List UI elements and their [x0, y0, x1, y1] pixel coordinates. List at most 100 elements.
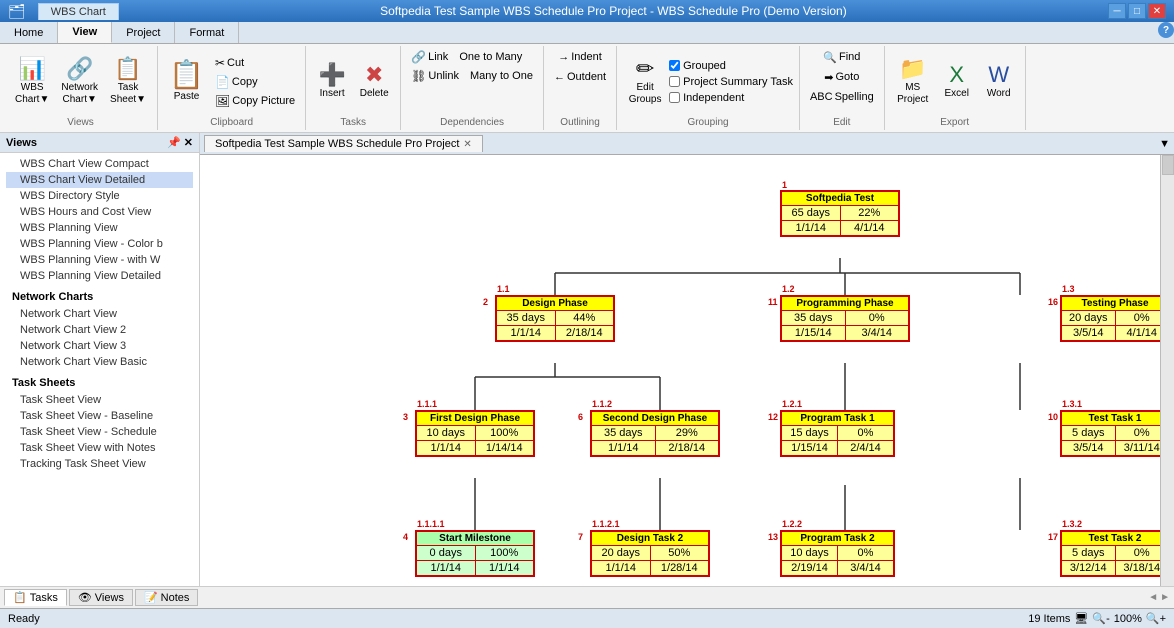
find-button[interactable]: 🔍 Find: [819, 48, 864, 66]
wbs-node-1-3-1[interactable]: 1.3.1 10 Test Task 1 5 days 0% 3/5/14 3/…: [1060, 410, 1170, 457]
copy-button[interactable]: 📄 Copy: [211, 73, 299, 91]
minimize-button[interactable]: ─: [1108, 3, 1126, 19]
indent-button[interactable]: → Indent: [554, 48, 606, 66]
node-row-1-2-2a: 10 days 0%: [782, 546, 893, 561]
view-item-task-sheet-notes[interactable]: Task Sheet View with Notes: [6, 440, 193, 456]
node-title-1-1-2: Second Design Phase: [592, 412, 718, 426]
doc-tab-scroll[interactable]: ▼: [1155, 138, 1174, 150]
network-chart-button[interactable]: 🔗 NetworkChart▼: [56, 52, 103, 112]
view-item-network-2[interactable]: Network Chart View 2: [6, 322, 193, 338]
spelling-button[interactable]: ABC Spelling: [806, 88, 878, 106]
bottom-tab-views[interactable]: 👁 Views: [69, 589, 133, 606]
node-id-16: 16: [1048, 297, 1058, 307]
grouped-checkbox[interactable]: [669, 60, 680, 71]
tab-home[interactable]: Home: [0, 22, 58, 43]
node-pct-1-2: 0%: [846, 311, 909, 325]
wbs-node-1-1-1[interactable]: 1.1.1 3 First Design Phase 10 days 100% …: [415, 410, 535, 457]
view-item-task-sheet-schedule[interactable]: Task Sheet View - Schedule: [6, 424, 193, 440]
node-id-6: 6: [578, 412, 583, 422]
paste-icon: 📋: [169, 61, 204, 89]
project-summary-checkbox[interactable]: [669, 76, 680, 87]
wbs-node-1-2[interactable]: 1.2 11 Programming Phase 35 days 0% 1/15…: [780, 295, 910, 342]
edit-groups-button[interactable]: ✏ EditGroups: [623, 52, 667, 112]
chart-scrollbar-v[interactable]: [1160, 155, 1174, 586]
node-title-1-2-2: Program Task 2: [782, 532, 893, 546]
status-items: 19 Items: [1028, 613, 1070, 625]
wbs-chart-button[interactable]: 📊 WBSChart▼: [10, 52, 54, 112]
node-start-1-1-1: 1/1/14: [417, 441, 476, 455]
view-item-wbs-planning-color[interactable]: WBS Planning View - Color b: [6, 236, 193, 252]
view-item-wbs-hours-cost[interactable]: WBS Hours and Cost View: [6, 204, 193, 220]
node-wbs-1-1-1-1: 1.1.1.1: [417, 519, 445, 529]
task-sheet-button[interactable]: 📋 TaskSheet▼: [105, 52, 151, 112]
node-row-1-1-1a: 10 days 100%: [417, 426, 533, 441]
restore-button[interactable]: □: [1128, 3, 1146, 19]
views-panel-pin[interactable]: 📌: [167, 136, 181, 149]
wbs-node-1-1-2[interactable]: 1.1.2 6 Second Design Phase 35 days 29% …: [590, 410, 720, 457]
close-button[interactable]: ✕: [1148, 3, 1166, 19]
node-start-1-1-1-1: 1/1/14: [417, 561, 476, 575]
status-zoom-out[interactable]: 🔍-: [1092, 612, 1109, 625]
delete-button[interactable]: ✖ Delete: [354, 52, 394, 112]
ms-project-button[interactable]: 📁 MSProject: [891, 52, 935, 112]
view-item-network-basic[interactable]: Network Chart View Basic: [6, 354, 193, 370]
status-zoom-in[interactable]: 🔍+: [1146, 612, 1166, 625]
edit-groups-icon: ✏: [636, 58, 654, 80]
indent-icon: →: [558, 51, 569, 63]
view-item-wbs-planning-detailed[interactable]: WBS Planning View Detailed: [6, 268, 193, 284]
independent-checkbox-row[interactable]: Independent: [669, 92, 793, 104]
status-right: 19 Items 🖥 🔍- 100% 🔍+: [1028, 612, 1166, 625]
copy-picture-button[interactable]: 🖼 Copy Picture: [211, 92, 299, 110]
wbs-node-1-1[interactable]: 1.1 2 Design Phase 35 days 44% 1/1/14 2/…: [495, 295, 615, 342]
tab-project[interactable]: Project: [112, 22, 175, 43]
node-pct-1: 22%: [841, 206, 899, 220]
view-item-task-sheet-1[interactable]: Task Sheet View: [6, 392, 193, 408]
insert-button[interactable]: ➕ Insert: [312, 52, 352, 112]
link-button[interactable]: 🔗 Link: [407, 48, 452, 66]
node-end-1: 4/1/14: [841, 221, 899, 235]
tab-view[interactable]: View: [58, 22, 112, 43]
goto-button[interactable]: ➡ Goto: [820, 68, 863, 86]
wbs-node-1-3[interactable]: 1.3 16 Testing Phase 20 days 0% 3/5/14 4…: [1060, 295, 1170, 342]
wbs-node-1[interactable]: 1 Softpedia Test 65 days 22% 1/1/14 4/1/…: [780, 190, 900, 237]
doc-tab[interactable]: Softpedia Test Sample WBS Schedule Pro P…: [204, 135, 483, 152]
cut-button[interactable]: ✂ Cut: [211, 54, 299, 72]
chart-area[interactable]: 1 Softpedia Test 65 days 22% 1/1/14 4/1/…: [200, 155, 1174, 586]
grouped-checkbox-row[interactable]: Grouped: [669, 60, 793, 72]
one-to-many-button[interactable]: One to Many: [455, 48, 526, 66]
window-controls: ─ □ ✕: [1108, 3, 1166, 19]
view-item-wbs-detailed[interactable]: WBS Chart View Detailed: [6, 172, 193, 188]
project-summary-checkbox-row[interactable]: Project Summary Task: [669, 76, 793, 88]
view-item-tracking-task-sheet[interactable]: Tracking Task Sheet View: [6, 456, 193, 472]
independent-checkbox[interactable]: [669, 92, 680, 103]
help-button[interactable]: ?: [1158, 22, 1174, 38]
tab-format[interactable]: Format: [175, 22, 239, 43]
paste-button[interactable]: 📋 Paste: [164, 52, 209, 112]
bottom-tab-notes[interactable]: 📝 Notes: [135, 589, 198, 606]
bottom-tab-tasks[interactable]: 📋 Tasks: [4, 589, 67, 606]
view-item-wbs-planning[interactable]: WBS Planning View: [6, 220, 193, 236]
tasks-tab-label: Tasks: [30, 592, 58, 604]
many-to-one-button[interactable]: Many to One: [466, 67, 537, 85]
wbs-chart-tab[interactable]: WBS Chart: [38, 3, 119, 20]
wbs-node-1-1-1-1[interactable]: 1.1.1.1 4 Start Milestone 0 days 100% 1/…: [415, 530, 535, 577]
doc-tab-close[interactable]: ✕: [463, 139, 471, 150]
wbs-node-1-2-1[interactable]: 1.2.1 12 Program Task 1 15 days 0% 1/15/…: [780, 410, 895, 457]
view-item-network-3[interactable]: Network Chart View 3: [6, 338, 193, 354]
view-item-wbs-directory[interactable]: WBS Directory Style: [6, 188, 193, 204]
outdent-button[interactable]: ← Outdent: [550, 68, 610, 86]
view-item-wbs-compact[interactable]: WBS Chart View Compact: [6, 156, 193, 172]
wbs-node-1-3-2[interactable]: 1.3.2 17 Test Task 2 5 days 0% 3/12/14 3…: [1060, 530, 1170, 577]
word-button[interactable]: W Word: [979, 52, 1019, 112]
wbs-node-1-2-2[interactable]: 1.2.2 13 Program Task 2 10 days 0% 2/19/…: [780, 530, 895, 577]
views-panel-close[interactable]: ✕: [184, 136, 193, 149]
node-start-1-3-1: 3/5/14: [1062, 441, 1116, 455]
node-row-1-2-1a: 15 days 0%: [782, 426, 893, 441]
wbs-node-1-1-2-1[interactable]: 1.1.2.1 7 Design Task 2 20 days 50% 1/1/…: [590, 530, 710, 577]
unlink-button[interactable]: ⛓ Unlink: [407, 67, 463, 85]
node-id-17: 17: [1048, 532, 1058, 542]
view-item-wbs-planning-with[interactable]: WBS Planning View - with W: [6, 252, 193, 268]
view-item-network-1[interactable]: Network Chart View: [6, 306, 193, 322]
view-item-task-sheet-baseline[interactable]: Task Sheet View - Baseline: [6, 408, 193, 424]
excel-button[interactable]: X Excel: [937, 52, 977, 112]
